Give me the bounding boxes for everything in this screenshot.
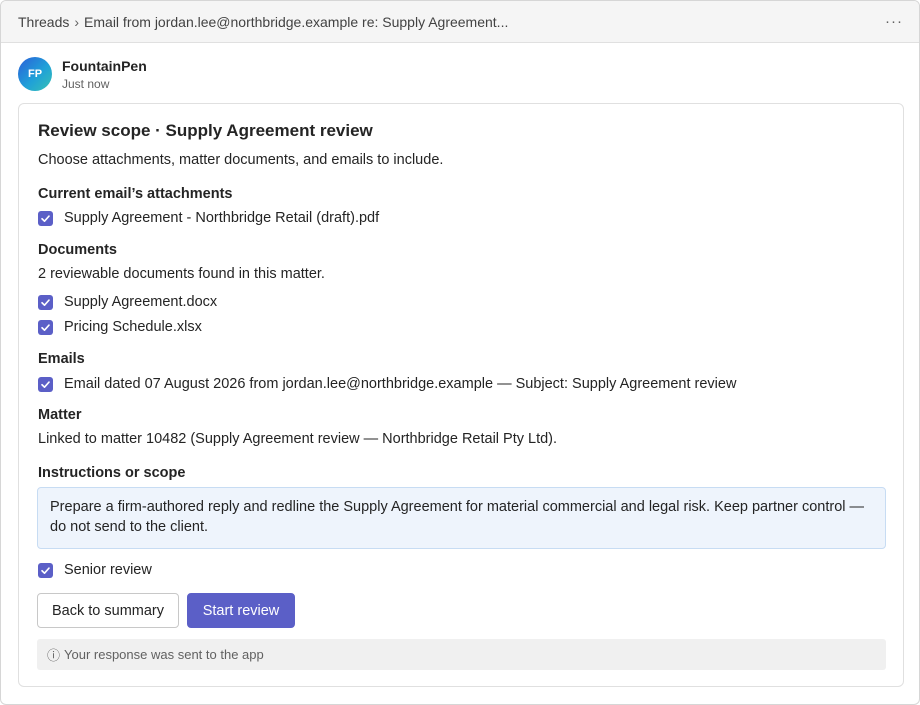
document-checkbox-row[interactable]: Pricing Schedule.xlsx [38,319,202,335]
senior-review-checkbox-row[interactable]: Senior review [38,562,152,578]
documents-heading: Documents [38,242,117,258]
emails-heading: Emails [38,351,85,367]
avatar: FP [18,57,52,91]
email-label: Email dated 07 August 2026 from jordan.l… [64,376,737,392]
checkbox-checked-icon[interactable] [38,210,53,226]
checkbox-checked-icon[interactable] [38,562,53,578]
attachment-checkbox-row[interactable]: Supply Agreement - Northbridge Retail (d… [38,210,379,226]
breadcrumb-current: Email from jordan.lee@northbridge.exampl… [84,13,509,30]
start-review-button[interactable]: Start review [187,593,295,628]
app-window: Threads › Email from jordan.lee@northbri… [0,0,920,705]
card-intro: Choose attachments, matter documents, an… [38,152,444,168]
notice-text: Your response was sent to the app [64,647,264,662]
matter-heading: Matter [38,407,82,423]
breadcrumb-threads-link[interactable]: Threads [18,14,69,30]
checkbox-checked-icon[interactable] [38,376,53,392]
chevron-right-icon: › [74,13,80,30]
document-checkbox-row[interactable]: Supply Agreement.docx [38,294,217,310]
documents-note: 2 reviewable documents found in this mat… [38,266,325,282]
response-sent-notice: ⓘ Your response was sent to the app [37,639,886,670]
checkbox-checked-icon[interactable] [38,319,53,335]
instructions-field[interactable]: Prepare a firm-authored reply and redlin… [37,487,886,549]
top-bar: Threads › Email from jordan.lee@northbri… [1,1,919,43]
instructions-heading: Instructions or scope [38,465,186,481]
back-to-summary-button[interactable]: Back to summary [37,593,179,628]
review-scope-card: Review scope · Supply Agreement review C… [18,103,904,687]
more-horizontal-icon[interactable]: ··· [885,14,903,29]
checkbox-checked-icon[interactable] [38,294,53,310]
breadcrumb: Threads › Email from jordan.lee@northbri… [18,14,508,30]
card-title: Review scope · Supply Agreement review [38,121,373,140]
attachment-label: Supply Agreement - Northbridge Retail (d… [64,210,380,226]
message-sender: FP FountainPen Just now [18,57,147,92]
document-label: Pricing Schedule.xlsx [64,319,202,335]
sender-name: FountainPen [62,58,147,74]
info-icon: ⓘ [47,648,61,663]
document-label: Supply Agreement.docx [64,294,218,310]
email-checkbox-row[interactable]: Email dated 07 August 2026 from jordan.l… [38,376,736,392]
message-timestamp: Just now [62,77,110,91]
matter-text: Linked to matter 10482 (Supply Agreement… [38,431,558,447]
attachments-heading: Current email’s attachments [38,186,233,202]
senior-review-label: Senior review [64,562,152,578]
